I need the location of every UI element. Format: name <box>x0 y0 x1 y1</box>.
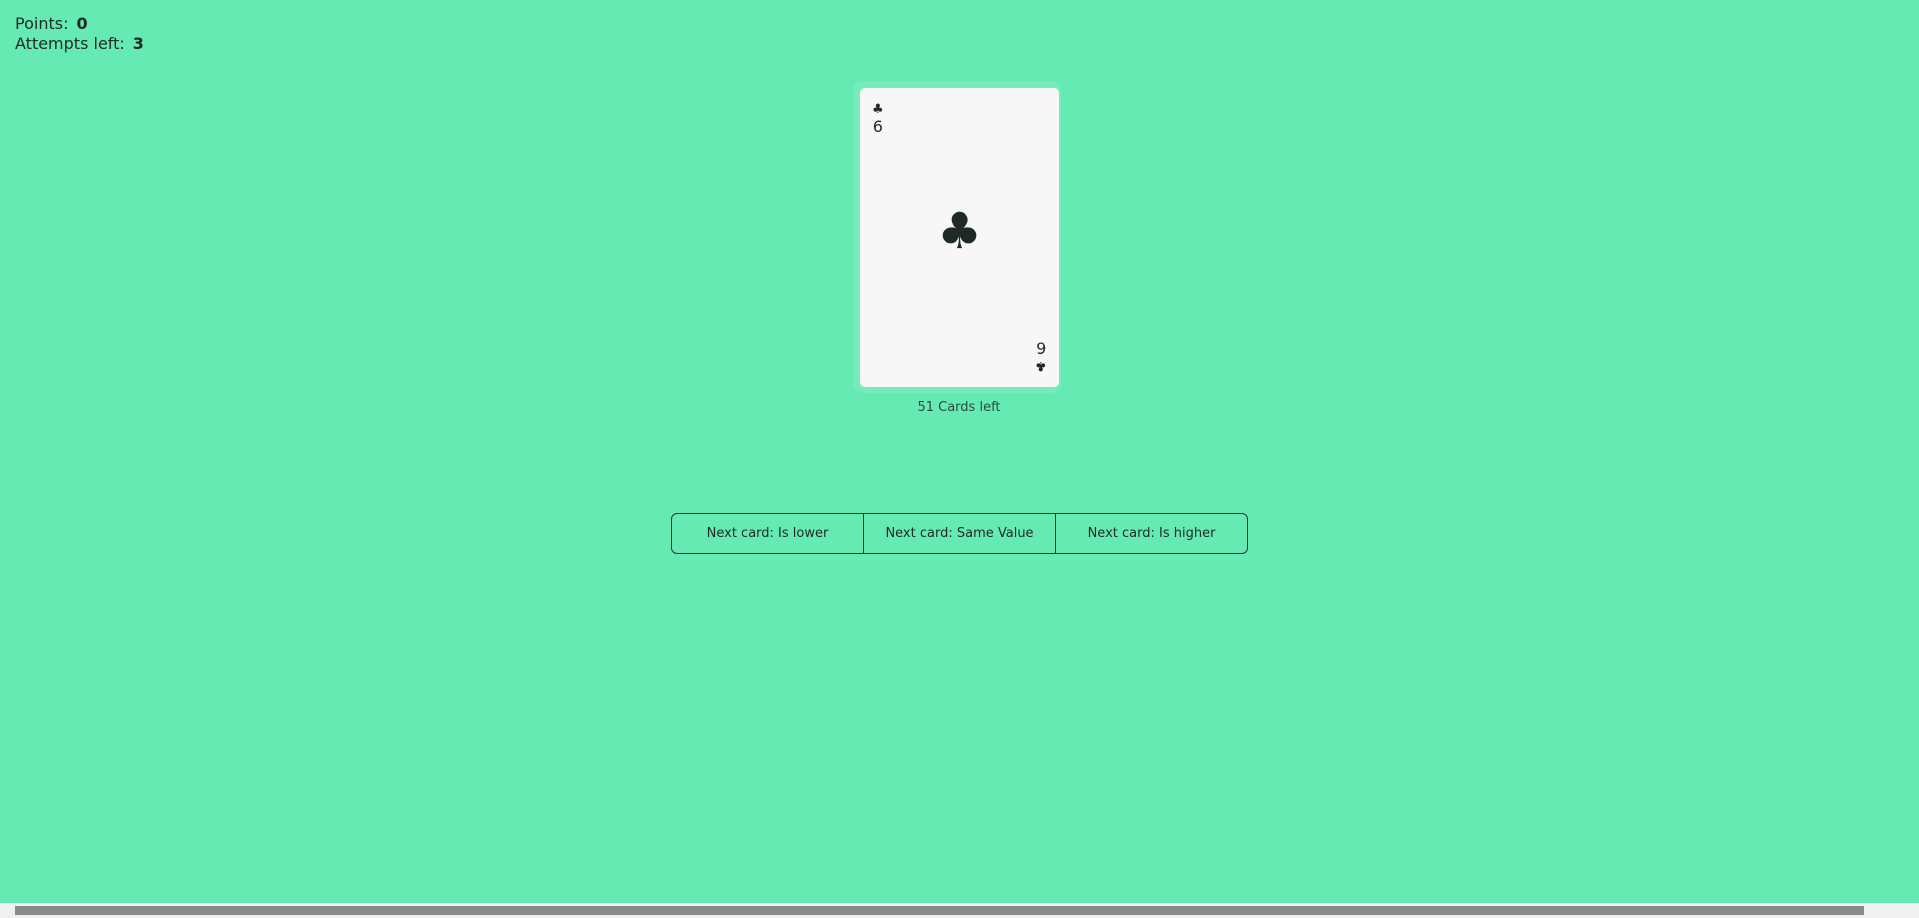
card-top-corner: ♣ 6 <box>872 102 884 136</box>
attempts-value: 3 <box>132 34 144 53</box>
attempts-row: Attempts left: 3 <box>15 34 144 54</box>
card-frame: ♣ 6 ♣ 9 ♣ <box>853 81 1061 393</box>
guess-higher-button[interactable]: Next card: Is higher <box>1056 514 1247 553</box>
clubs-icon: ♣ <box>937 202 982 260</box>
guess-same-button[interactable]: Next card: Same Value <box>864 514 1056 553</box>
card-bottom-rank: 9 <box>1036 339 1047 358</box>
guess-lower-button[interactable]: Next card: Is lower <box>672 514 864 553</box>
points-value: 0 <box>76 14 88 33</box>
clubs-icon: ♣ <box>1035 358 1047 373</box>
score-panel: Points: 0 Attempts left: 3 <box>15 14 144 54</box>
guess-button-group: Next card: Is lower Next card: Same Valu… <box>671 513 1248 554</box>
points-label: Points: <box>15 14 69 33</box>
card-top-rank: 6 <box>872 117 883 136</box>
attempts-label: Attempts left: <box>15 34 125 53</box>
points-row: Points: 0 <box>15 14 144 34</box>
cards-left-counter: 51 Cards left <box>917 400 1001 415</box>
playing-card: ♣ 6 ♣ 9 ♣ <box>860 88 1059 387</box>
clubs-icon: ♣ <box>872 102 884 117</box>
card-bottom-corner: 9 ♣ <box>1035 339 1047 373</box>
scrollbar-thumb[interactable] <box>15 906 1864 915</box>
horizontal-scrollbar[interactable] <box>0 903 1919 918</box>
